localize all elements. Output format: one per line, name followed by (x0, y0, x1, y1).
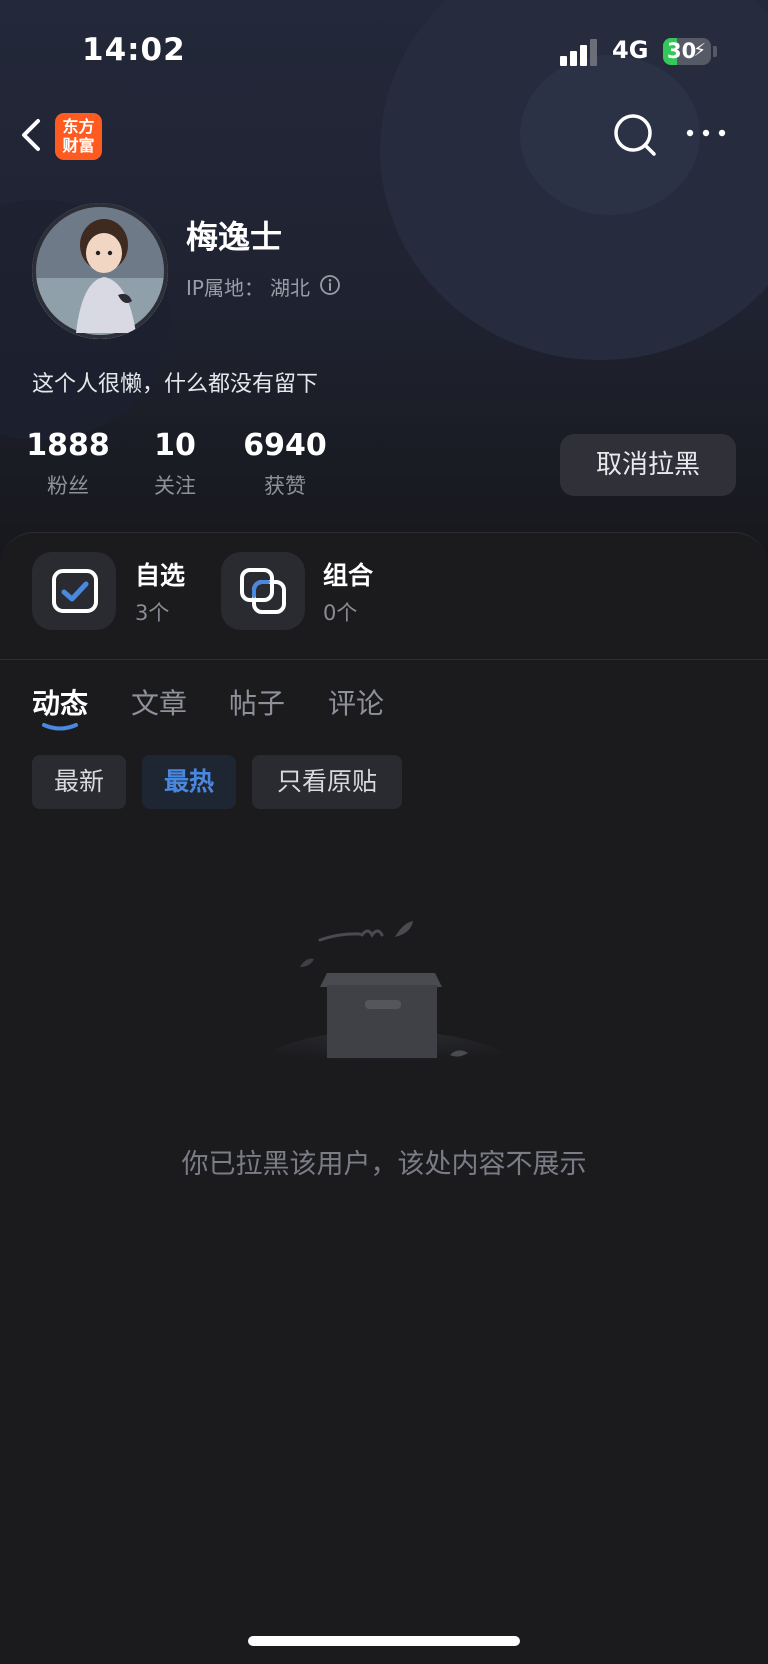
battery-icon: 30 ⚡ (663, 38, 711, 65)
charging-icon: ⚡ (693, 40, 706, 61)
signal-icon (560, 38, 602, 66)
stat-followers-count[interactable]: 1888 (22, 428, 114, 463)
stat-following-label[interactable]: 关注 (134, 470, 216, 500)
chevron-left-icon (22, 119, 40, 151)
unblock-button[interactable]: 取消拉黑 (560, 434, 736, 496)
watchlist-title[interactable]: 自选 (135, 556, 185, 592)
stat-likes-count: 6940 (243, 428, 327, 463)
filter-hottest[interactable]: 最热 (142, 755, 236, 809)
battery-level: 30 (667, 39, 697, 63)
username: 梅逸士 (186, 218, 283, 256)
tab-posts[interactable]: 帖子 (229, 682, 285, 722)
ip-location-label: IP属地： (186, 276, 264, 300)
network-type: 4G (612, 36, 649, 64)
stat-likes-label: 获赞 (264, 474, 306, 498)
avatar[interactable] (32, 203, 168, 339)
filter-original-only[interactable]: 只看原贴 (252, 755, 402, 809)
active-tab-indicator (42, 723, 78, 731)
portfolio-title[interactable]: 组合 (323, 556, 373, 592)
bio: 这个人很懒，什么都没有留下 (32, 372, 319, 397)
more-horizontal-icon (686, 129, 726, 137)
stat-following-count[interactable]: 10 (134, 428, 216, 463)
overlap-squares-icon (240, 568, 286, 614)
search-icon (614, 114, 656, 156)
info-icon[interactable] (319, 274, 341, 296)
checkbox-icon (52, 569, 98, 613)
empty-state-message: 你已拉黑该用户，该处内容不展示 (181, 1149, 587, 1180)
back-button[interactable] (14, 113, 54, 157)
stat-followers-label[interactable]: 粉丝 (22, 470, 114, 500)
more-button[interactable] (682, 113, 730, 153)
status-time: 14:02 (82, 32, 186, 68)
watchlist-shortcut[interactable] (32, 552, 116, 630)
divider (0, 659, 768, 660)
tab-dynamics[interactable]: 动态 (32, 682, 88, 722)
home-indicator[interactable] (248, 1636, 520, 1646)
top-nav-bar: 东方 财富 (0, 105, 768, 165)
portfolio-shortcut[interactable] (221, 552, 305, 630)
status-bar: 14:02 4G 30 ⚡ (0, 0, 768, 100)
portfolio-count: 0个 (323, 601, 358, 625)
empty-box-icon (240, 921, 530, 1075)
filter-latest[interactable]: 最新 (32, 755, 126, 809)
tab-comments[interactable]: 评论 (328, 682, 384, 722)
tab-articles[interactable]: 文章 (131, 682, 187, 722)
ip-location-value: 湖北 (270, 276, 310, 300)
watchlist-count: 3个 (135, 601, 170, 625)
search-button[interactable] (610, 110, 660, 160)
app-logo[interactable]: 东方 财富 (55, 113, 102, 160)
